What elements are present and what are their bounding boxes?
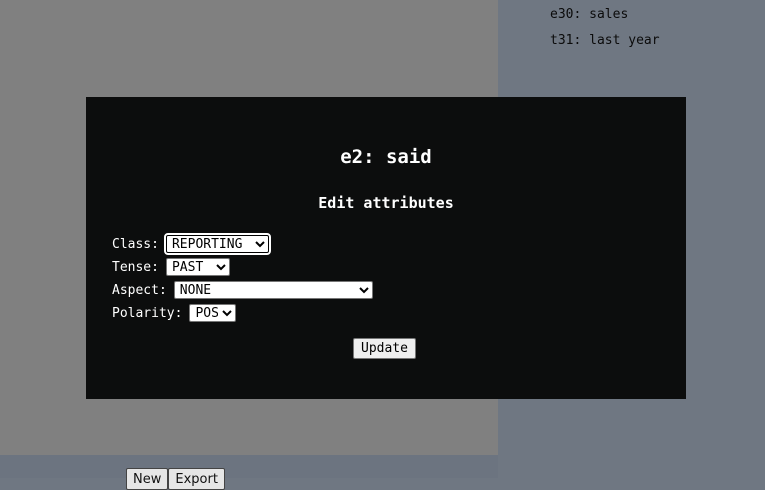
tense-select[interactable]: PAST bbox=[165, 258, 230, 276]
class-row: Class: REPORTING bbox=[112, 233, 271, 255]
aspect-row: Aspect: NONE bbox=[112, 280, 373, 300]
modal-title: e2: said bbox=[340, 146, 432, 168]
polarity-label: Polarity: bbox=[112, 305, 183, 321]
tense-row: Tense: PAST bbox=[112, 257, 230, 277]
class-label: Class: bbox=[112, 236, 159, 252]
entity-item[interactable]: t31: last year bbox=[550, 32, 660, 58]
new-button[interactable]: New bbox=[126, 468, 169, 490]
tense-label: Tense: bbox=[112, 259, 159, 275]
export-button[interactable]: Export bbox=[168, 468, 225, 490]
aspect-select[interactable]: NONE bbox=[173, 281, 373, 299]
class-select[interactable]: REPORTING bbox=[163, 233, 271, 255]
edit-attributes-modal: e2: said Edit attributes Class: REPORTIN… bbox=[86, 97, 686, 399]
bottom-strip bbox=[0, 455, 498, 478]
polarity-row: Polarity: POS bbox=[112, 303, 237, 323]
bottom-toolbar: New Export bbox=[126, 468, 225, 490]
entity-item[interactable]: e30: sales bbox=[550, 6, 660, 32]
polarity-select[interactable]: POS bbox=[189, 304, 237, 322]
modal-subtitle: Edit attributes bbox=[318, 194, 454, 212]
update-button[interactable]: Update bbox=[353, 338, 416, 359]
entity-list: e30: sales t31: last year bbox=[550, 6, 660, 58]
aspect-label: Aspect: bbox=[112, 282, 167, 298]
